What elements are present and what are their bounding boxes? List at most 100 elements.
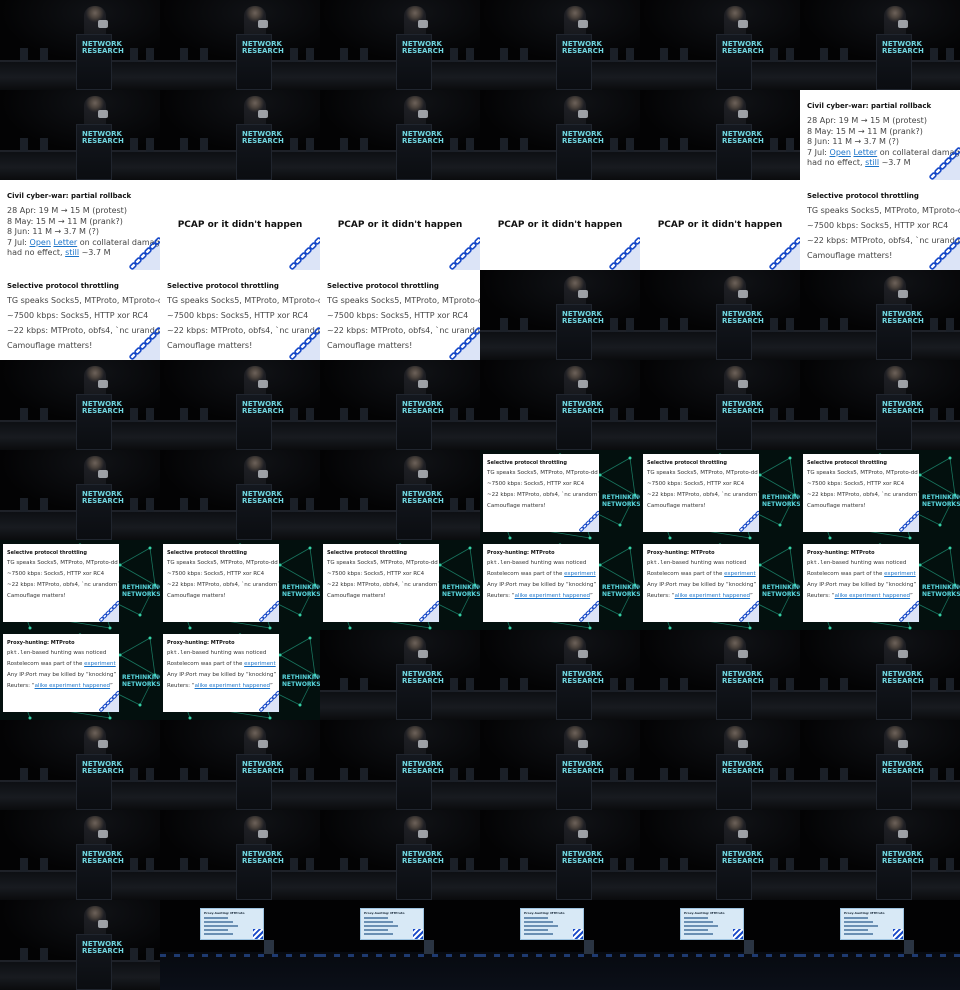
- stage-chair: [500, 768, 508, 782]
- speaker-stage-frame: NETWORK RESEARCH: [640, 630, 800, 720]
- speaker-stage-frame: NETWORK RESEARCH: [640, 90, 800, 180]
- event-badge: RETHINKING NETWORKS: [122, 584, 160, 598]
- stage-chair: [840, 318, 848, 332]
- stage-chair: [146, 948, 154, 962]
- stage-chair: [520, 678, 528, 692]
- slide-link[interactable]: alike experiment happened: [835, 593, 910, 599]
- stage-chair: [680, 318, 688, 332]
- podium: NETWORK RESEARCH: [76, 754, 124, 810]
- podium: [584, 940, 594, 954]
- slide-link[interactable]: alike experiment happened: [515, 593, 590, 599]
- stage-chair: [626, 318, 634, 332]
- wide-stage-frame: Proxy-hunting: MTProto: [160, 900, 320, 990]
- stage-chair: [520, 318, 528, 332]
- podium: [424, 940, 434, 954]
- projector-screen: Proxy-hunting: MTProto: [840, 908, 904, 940]
- slide-line: ~7500 kbps: Socks5, HTTP xor RC4: [327, 571, 425, 577]
- stage-chair: [40, 138, 48, 152]
- projected-slide-frame-throttling: RETHINKING NETWORKS Selective protocol thr…: [320, 540, 480, 630]
- speaker-stage-frame: NETWORK RESEARCH: [320, 810, 480, 900]
- slide-line: ~7500 kbps: Socks5, HTTP xor RC4: [487, 481, 585, 487]
- slide-text: pkt.len: [647, 560, 671, 566]
- slide-line: Any IP:Port may be killed by “knocking”: [487, 582, 597, 588]
- projected-slide-frame-throttling: RETHINKING NETWORKS Selective protocol thr…: [640, 450, 800, 540]
- slide-line: Rostelecom was part of the experiment: [807, 571, 916, 577]
- podium: NETWORK RESEARCH: [236, 394, 284, 450]
- microphone: [738, 20, 748, 28]
- slide-text: Reuters: “: [807, 593, 835, 599]
- microphone: [578, 740, 588, 748]
- chain-link-decoration: [289, 327, 320, 360]
- slide-text: had no effect,: [7, 248, 66, 257]
- microphone: [578, 830, 588, 838]
- slide-line: pkt.len-based hunting was noticed: [167, 650, 266, 656]
- stage-chair: [130, 768, 138, 782]
- slide-link[interactable]: experiment: [564, 571, 596, 577]
- stage-chair: [660, 678, 668, 692]
- screen-text-line: [204, 929, 228, 931]
- stage-chair: [180, 498, 188, 512]
- slide-text: pkt.len: [7, 650, 31, 656]
- projected-slide-frame-throttling: RETHINKING NETWORKS Selective protocol thr…: [160, 540, 320, 630]
- slide-text: -based hunting was noticed: [30, 650, 107, 656]
- slide-line: Reuters: “alike experiment happened”: [807, 593, 913, 599]
- stage-chair: [660, 48, 668, 62]
- slide-link[interactable]: Letter: [853, 148, 877, 157]
- stage-chair: [466, 498, 474, 512]
- stage-chair: [180, 138, 188, 152]
- podium: NETWORK RESEARCH: [556, 304, 604, 360]
- slide-frame-throttling: Selective protocol throttling TG speaks S…: [160, 270, 320, 360]
- slide-panel: Proxy-hunting: MTProto pkt.len-based hunt…: [483, 544, 599, 622]
- podium: NETWORK RESEARCH: [876, 664, 924, 720]
- slide-link[interactable]: experiment: [724, 571, 756, 577]
- slide-link[interactable]: Open: [30, 238, 51, 247]
- podium: NETWORK RESEARCH: [396, 754, 444, 810]
- slide-line: ~7500 kbps: Socks5, HTTP xor RC4: [7, 311, 149, 320]
- slide-link[interactable]: alike experiment happened: [675, 593, 750, 599]
- screen-text-line: [684, 917, 708, 919]
- slide-link[interactable]: experiment: [244, 661, 276, 667]
- slide-link[interactable]: Open: [830, 148, 851, 157]
- speaker-stage-frame: NETWORK RESEARCH: [320, 630, 480, 720]
- slide-link[interactable]: Letter: [53, 238, 77, 247]
- screen-title: Proxy-hunting: MTProto: [524, 911, 565, 915]
- stage-chair: [40, 48, 48, 62]
- stage-chair: [610, 678, 618, 692]
- podium: NETWORK RESEARCH: [236, 34, 284, 90]
- wide-stage-frame: Proxy-hunting: MTProto: [640, 900, 800, 990]
- podium: NETWORK RESEARCH: [876, 754, 924, 810]
- speaker-stage-frame: NETWORK RESEARCH: [480, 90, 640, 180]
- microphone: [418, 830, 428, 838]
- slide-link[interactable]: still: [865, 158, 879, 167]
- slide-link[interactable]: experiment: [84, 661, 116, 667]
- slide-text: pkt.len: [487, 560, 511, 566]
- slide-panel: Selective protocol throttling TG speaks S…: [323, 544, 439, 622]
- slide-text: ”: [590, 593, 593, 599]
- wide-stage-frame: Proxy-hunting: MTProto: [480, 900, 640, 990]
- slide-link[interactable]: alike experiment happened: [35, 683, 110, 689]
- screen-text-line: [204, 933, 233, 935]
- microphone: [418, 470, 428, 478]
- podium: NETWORK RESEARCH: [716, 124, 764, 180]
- stage-chair: [466, 768, 474, 782]
- podium-logo: NETWORK RESEARCH: [402, 40, 444, 55]
- speaker-stage-frame: NETWORK RESEARCH: [0, 90, 160, 180]
- slide-link[interactable]: alike experiment happened: [195, 683, 270, 689]
- stage-chair: [450, 498, 458, 512]
- stage-chair: [786, 48, 794, 62]
- podium: NETWORK RESEARCH: [876, 394, 924, 450]
- slide-title: Selective protocol throttling: [7, 550, 87, 556]
- slide-link[interactable]: still: [65, 248, 79, 257]
- slide-text: ”: [750, 593, 753, 599]
- slide-line: 8 May: 15 M → 11 M (prank?): [807, 126, 923, 136]
- podium: NETWORK RESEARCH: [716, 844, 764, 900]
- stage-chair: [770, 768, 778, 782]
- speaker-stage-frame: NETWORK RESEARCH: [320, 360, 480, 450]
- stage-chair: [610, 768, 618, 782]
- slide-line: 8 Jun: 11 M → 3.7 M (?): [7, 227, 99, 236]
- slide-link[interactable]: experiment: [884, 571, 916, 577]
- podium: [904, 940, 914, 954]
- stage-chair: [146, 858, 154, 872]
- stage-chair: [290, 48, 298, 62]
- projected-slide-frame-throttling: RETHINKING NETWORKS Selective protocol thr…: [800, 450, 960, 540]
